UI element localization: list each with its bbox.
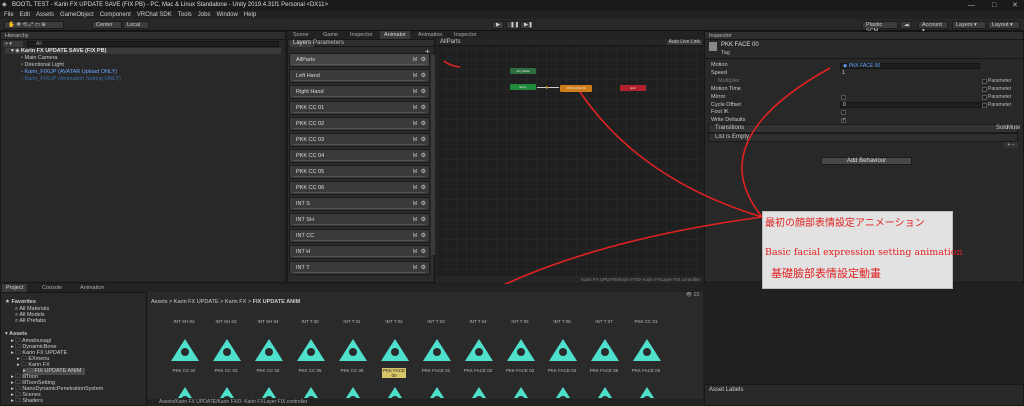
project-breadcrumb: Assets > Karin FX UPDATE > Karin FX > FI…	[151, 299, 301, 305]
asset-count: 👁 13	[685, 292, 699, 298]
animation-clip-icon[interactable]	[462, 336, 496, 366]
tab-console[interactable]: Console	[38, 284, 66, 292]
project-tree-panel: ★ Favorites ⌕ All Materials ⌕ All Models ⌕…	[0, 292, 147, 406]
folder-icon: ▸ 🗀	[11, 398, 23, 404]
favorite-item[interactable]: ⌕ All Prefabs	[15, 318, 46, 325]
annotation-english: Basic facial expression setting animatio…	[765, 247, 963, 258]
animation-clip-icon[interactable]	[168, 336, 202, 366]
animation-clip-icon[interactable]	[294, 336, 328, 366]
animation-clip-icon[interactable]	[462, 384, 496, 398]
asset-label[interactable]: PKK CC 04	[248, 368, 288, 373]
arrow-to-state-node	[579, 91, 763, 218]
arrow-to-layer	[443, 60, 461, 68]
asset-label[interactable]: PKK CC 03	[206, 368, 246, 373]
animation-clip-icon[interactable]	[420, 384, 454, 398]
animation-clip-icon[interactable]	[630, 384, 664, 398]
arrow-to-motion-field	[741, 67, 831, 218]
breadcrumb-item[interactable]: Karin FX	[225, 299, 246, 305]
asset-label[interactable]: INT T 05	[500, 319, 540, 324]
animation-clip-icon[interactable]	[504, 336, 538, 366]
animation-clip-icon[interactable]	[336, 384, 370, 398]
animation-clip-icon[interactable]	[504, 384, 538, 398]
breadcrumb-item[interactable]: Assets	[151, 299, 168, 305]
annotation-japanese: 最初の顔部表情設定アニメーション	[765, 218, 925, 229]
tab-animation[interactable]: Animation	[76, 284, 108, 292]
folder-item[interactable]: ▸ 🗀 Shaders	[11, 398, 43, 405]
animation-clip-icon[interactable]	[252, 384, 286, 398]
asset-label[interactable]: INT T 04	[458, 319, 498, 324]
animation-clip-icon[interactable]	[588, 384, 622, 398]
project-tabbar: Project Console Animation	[0, 284, 703, 292]
asset-labels-header[interactable]: Asset Labels	[709, 387, 743, 393]
asset-label[interactable]: INT T 01	[332, 319, 372, 324]
assets-header[interactable]: ▾ Assets	[5, 331, 27, 338]
asset-label[interactable]: INT SH 03	[206, 319, 246, 324]
animation-clip-icon[interactable]	[336, 336, 370, 366]
asset-label[interactable]: PKK CC 06	[332, 368, 372, 373]
asset-label[interactable]: INT T 03	[416, 319, 456, 324]
breadcrumb-item[interactable]: FIX UPDATE ANIM	[253, 299, 301, 305]
annotation-box: 最初の顔部表情設定アニメーション Basic facial expression…	[762, 211, 963, 289]
animation-clip-icon[interactable]	[546, 384, 580, 398]
asset-label[interactable]: INT SH 02	[164, 319, 204, 324]
animation-clip-icon[interactable]	[420, 336, 454, 366]
asset-label[interactable]: PKK FACE 02	[458, 368, 498, 373]
tab-project[interactable]: Project	[2, 284, 28, 292]
animation-clip-icon[interactable]	[210, 384, 244, 398]
asset-label[interactable]: PKK CC 02	[164, 368, 204, 373]
asset-label[interactable]: PKK FACE 00	[382, 368, 406, 378]
asset-label[interactable]: PKK FACE 01	[416, 368, 456, 373]
animation-clip-icon[interactable]	[210, 336, 244, 366]
asset-label[interactable]: PKK CC 05	[290, 368, 330, 373]
animation-clip-icon[interactable]	[630, 336, 664, 366]
selected-asset-path: Assets/Karin FX UPDATE/Karin FX/0- Karin…	[147, 399, 703, 406]
animation-clip-icon[interactable]	[294, 384, 328, 398]
asset-label[interactable]: INT T 00	[290, 319, 330, 324]
asset-label[interactable]: INT T 07	[584, 319, 624, 324]
animation-clip-icon[interactable]	[588, 336, 622, 366]
asset-label[interactable]: PKK FACE 05	[584, 368, 624, 373]
animation-clip-icon[interactable]	[252, 336, 286, 366]
asset-label[interactable]: INT T 02	[374, 319, 414, 324]
animation-clip-icon[interactable]	[378, 384, 412, 398]
animation-clip-icon[interactable]	[168, 384, 202, 398]
asset-label[interactable]: PKK FACE 06	[626, 368, 666, 373]
asset-label[interactable]: INT T 06	[542, 319, 582, 324]
asset-label[interactable]: PKK CC 01	[626, 319, 666, 324]
animation-clip-icon[interactable]	[546, 336, 580, 366]
asset-label[interactable]: INT SH 04	[248, 319, 288, 324]
annotation-chinese: 基礎臉部表情設定動畫	[771, 267, 881, 280]
asset-labels-panel: Asset Labels	[704, 384, 1024, 406]
favorites-header[interactable]: ★ Favorites	[5, 299, 36, 306]
asset-label[interactable]: PKK FACE 03	[500, 368, 540, 373]
animation-clip-icon[interactable]	[378, 336, 412, 366]
project-assets-panel: Assets > Karin FX UPDATE > Karin FX > FI…	[147, 292, 703, 406]
asset-label[interactable]: PKK FACE 04	[542, 368, 582, 373]
breadcrumb-item[interactable]: Karin FX UPDATE	[174, 299, 219, 305]
